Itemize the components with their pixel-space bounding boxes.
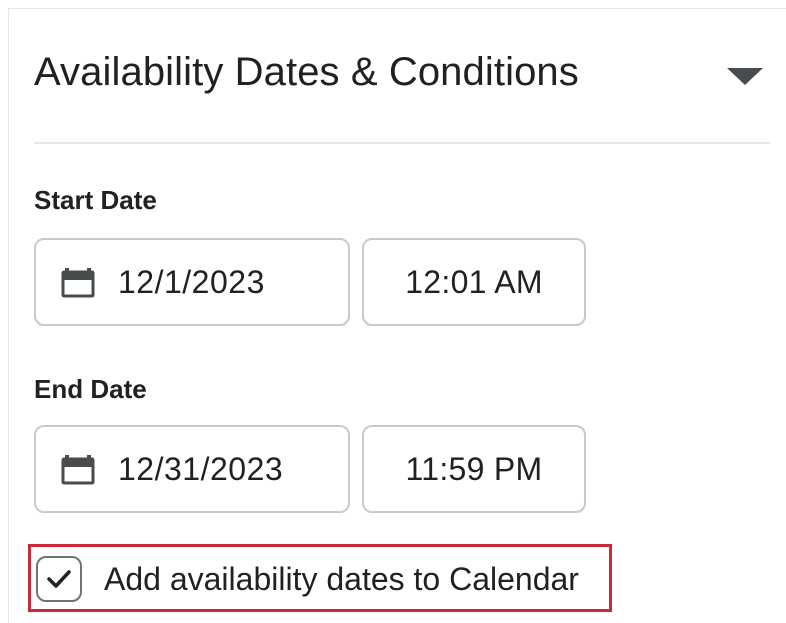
add-to-calendar-checkbox[interactable] <box>36 556 82 602</box>
start-date-value: 12/1/2023 <box>118 263 265 300</box>
end-date-value: 12/31/2023 <box>118 450 284 487</box>
add-to-calendar-label[interactable]: Add availability dates to Calendar <box>104 558 579 600</box>
start-time-input[interactable]: 12:01 AM <box>362 238 586 326</box>
collapse-toggle-button[interactable] <box>718 56 772 96</box>
end-time-input[interactable]: 11:59 PM <box>362 425 586 513</box>
checkmark-icon <box>47 570 71 588</box>
calendar-icon <box>61 455 95 485</box>
caret-down-icon <box>727 68 763 85</box>
end-date-input[interactable]: 12/31/2023 <box>34 425 350 513</box>
section-title: Availability Dates & Conditions <box>34 50 579 94</box>
start-date-label: Start Date <box>34 185 157 215</box>
section-divider <box>34 142 770 144</box>
calendar-icon <box>61 268 95 298</box>
start-date-input[interactable]: 12/1/2023 <box>34 238 350 326</box>
end-time-value: 11:59 PM <box>405 450 543 487</box>
start-time-value: 12:01 AM <box>405 263 543 300</box>
end-date-label: End Date <box>34 374 147 404</box>
